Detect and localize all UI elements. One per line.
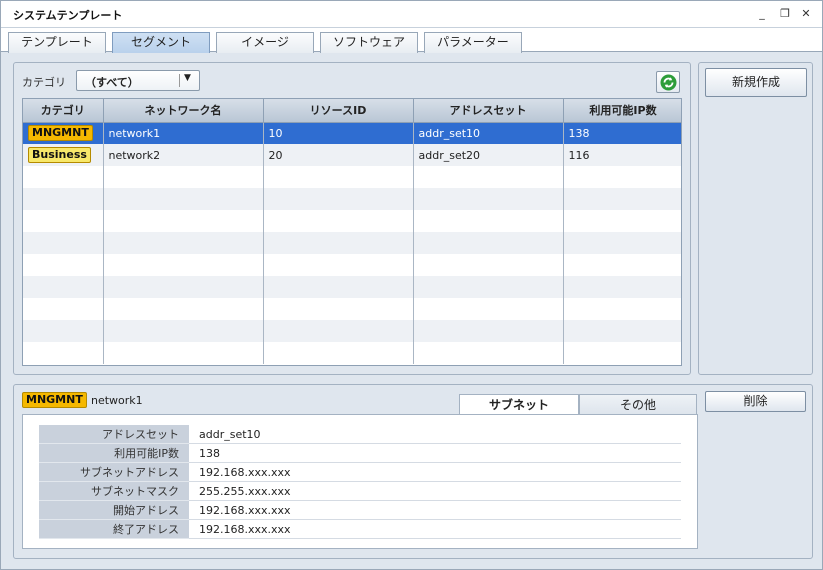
property-label: 利用可能IP数 bbox=[39, 444, 189, 463]
table-row[interactable]: MNGMNT network1 10 addr_set10 138 bbox=[23, 122, 681, 144]
close-icon[interactable]: ✕ bbox=[797, 6, 815, 22]
refresh-icon bbox=[660, 74, 677, 91]
empty-row bbox=[23, 320, 681, 342]
property-value: 192.168.xxx.xxx bbox=[189, 463, 681, 482]
property-row: 終了アドレス 192.168.xxx.xxx bbox=[39, 520, 681, 539]
table-cell: Business bbox=[23, 144, 104, 166]
table-cell: 138 bbox=[563, 122, 681, 144]
detail-category-badge: MNGMNT bbox=[22, 392, 87, 408]
main-tab-bar: テンプレート セグメント イメージ ソフトウェア パラメーター bbox=[1, 28, 822, 53]
tab-other[interactable]: その他 bbox=[579, 394, 697, 415]
property-value: 192.168.xxx.xxx bbox=[189, 501, 681, 520]
column-header-resource-id[interactable]: リソースID bbox=[263, 99, 414, 123]
minimize-icon[interactable]: _ bbox=[753, 6, 771, 22]
property-row: 利用可能IP数 138 bbox=[39, 444, 681, 463]
empty-row bbox=[23, 210, 681, 232]
category-filter-label: カテゴリ bbox=[22, 76, 66, 89]
delete-button[interactable]: 削除 bbox=[705, 391, 806, 412]
category-filter-select[interactable]: （すべて） ▼ bbox=[76, 70, 200, 91]
restore-icon[interactable]: ❐ bbox=[776, 6, 794, 22]
column-header-network-name[interactable]: ネットワーク名 bbox=[103, 99, 264, 123]
empty-row bbox=[23, 254, 681, 276]
property-value: 192.168.xxx.xxx bbox=[189, 520, 681, 539]
property-label: 終了アドレス bbox=[39, 520, 189, 539]
property-value: addr_set10 bbox=[189, 425, 681, 444]
new-create-button[interactable]: 新規作成 bbox=[705, 68, 807, 97]
empty-row bbox=[23, 276, 681, 298]
category-filter-value: （すべて） bbox=[85, 76, 139, 89]
property-row: サブネットマスク 255.255.xxx.xxx bbox=[39, 482, 681, 501]
empty-row bbox=[23, 188, 681, 210]
tab-parameter[interactable]: パラメーター bbox=[424, 32, 522, 53]
property-label: サブネットマスク bbox=[39, 482, 189, 501]
column-header-available-ip[interactable]: 利用可能IP数 bbox=[563, 99, 681, 123]
table-cell: network2 bbox=[103, 144, 264, 166]
category-badge: Business bbox=[28, 147, 91, 163]
window-title: システムテンプレート bbox=[13, 9, 123, 22]
property-row: アドレスセット addr_set10 bbox=[39, 425, 681, 444]
table-cell: addr_set20 bbox=[413, 144, 564, 166]
subnet-detail-box: アドレスセット addr_set10 利用可能IP数 138 サブネットアドレス… bbox=[22, 414, 698, 549]
property-value: 255.255.xxx.xxx bbox=[189, 482, 681, 501]
detail-network-name: network1 bbox=[91, 394, 143, 407]
property-label: アドレスセット bbox=[39, 425, 189, 444]
tab-template[interactable]: テンプレート bbox=[8, 32, 106, 53]
table-cell: addr_set10 bbox=[413, 122, 564, 144]
empty-row bbox=[23, 342, 681, 364]
table-cell: 116 bbox=[563, 144, 681, 166]
table-row[interactable]: Business network2 20 addr_set20 116 bbox=[23, 144, 681, 166]
column-header-category[interactable]: カテゴリ bbox=[23, 99, 104, 123]
table-cell: 20 bbox=[263, 144, 414, 166]
list-actions-panel bbox=[698, 62, 813, 375]
property-row: サブネットアドレス 192.168.xxx.xxx bbox=[39, 463, 681, 482]
system-template-window: システムテンプレート _ ❐ ✕ テンプレート セグメント イメージ ソフトウェ… bbox=[0, 0, 823, 570]
property-label: 開始アドレス bbox=[39, 501, 189, 520]
table-cell: network1 bbox=[103, 122, 264, 144]
empty-row bbox=[23, 232, 681, 254]
property-row: 開始アドレス 192.168.xxx.xxx bbox=[39, 501, 681, 520]
table-cell: MNGMNT bbox=[23, 122, 104, 144]
empty-row bbox=[23, 166, 681, 188]
column-header-address-set[interactable]: アドレスセット bbox=[413, 99, 564, 123]
tab-subnet[interactable]: サブネット bbox=[459, 394, 579, 415]
select-divider bbox=[179, 74, 180, 87]
grid-header-row: カテゴリ ネットワーク名 リソースID アドレスセット 利用可能IP数 bbox=[23, 99, 681, 123]
tab-image[interactable]: イメージ bbox=[216, 32, 314, 53]
category-badge: MNGMNT bbox=[28, 125, 93, 142]
empty-row bbox=[23, 298, 681, 320]
property-value: 138 bbox=[189, 444, 681, 463]
segment-grid: カテゴリ ネットワーク名 リソースID アドレスセット 利用可能IP数 MNGM… bbox=[22, 98, 682, 366]
property-label: サブネットアドレス bbox=[39, 463, 189, 482]
chevron-down-icon: ▼ bbox=[184, 73, 191, 83]
table-cell: 10 bbox=[263, 122, 414, 144]
title-bar: システムテンプレート _ ❐ ✕ bbox=[1, 1, 822, 28]
refresh-button[interactable] bbox=[656, 71, 680, 93]
tab-segment[interactable]: セグメント bbox=[112, 32, 210, 53]
tab-software[interactable]: ソフトウェア bbox=[320, 32, 418, 53]
